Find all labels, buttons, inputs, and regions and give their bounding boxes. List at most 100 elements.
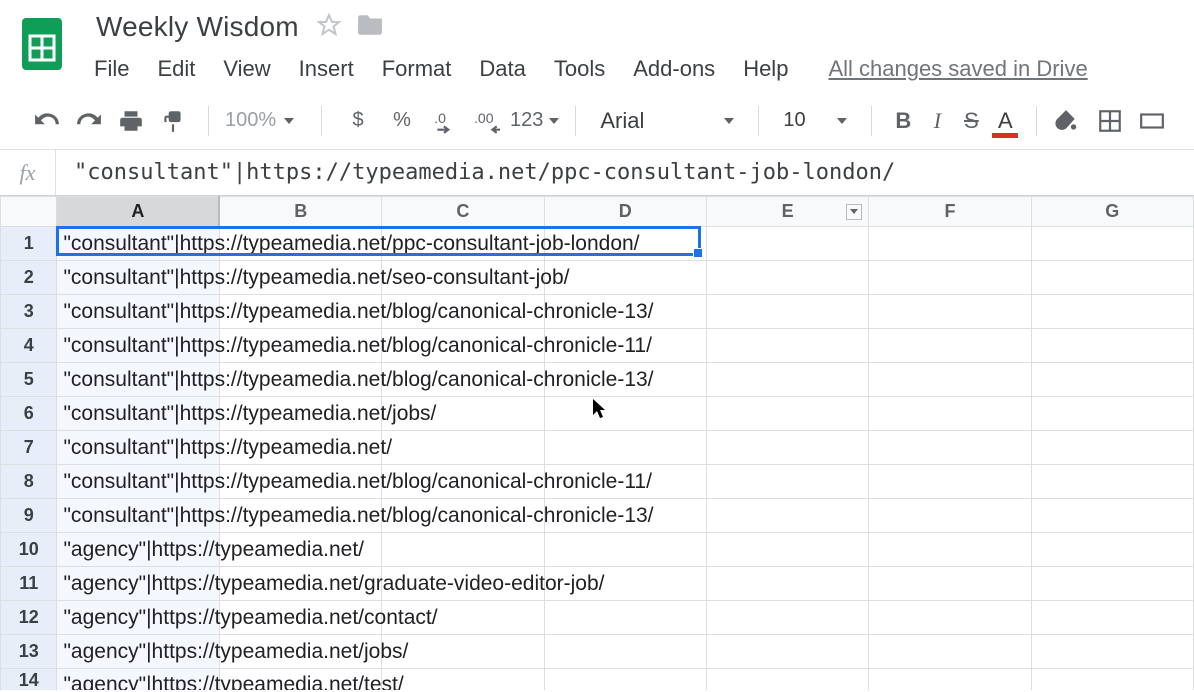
cell-G4[interactable] <box>1031 329 1193 363</box>
row-header-12[interactable]: 12 <box>1 601 57 635</box>
cell-G14[interactable] <box>1031 669 1193 691</box>
more-formats-select[interactable]: 123 <box>510 109 559 132</box>
cell-E10[interactable] <box>706 533 868 567</box>
cell-F4[interactable] <box>869 329 1031 363</box>
redo-button[interactable] <box>70 102 108 140</box>
column-header-C[interactable]: C <box>382 197 544 227</box>
cell-G5[interactable] <box>1031 363 1193 397</box>
menu-file[interactable]: File <box>94 56 129 82</box>
select-all-corner[interactable] <box>1 197 57 227</box>
row-header-1[interactable]: 1 <box>1 227 57 261</box>
column-header-E[interactable]: E <box>706 197 868 227</box>
cell-A11[interactable]: "agency"|https://typeamedia.net/graduate… <box>57 567 219 601</box>
spreadsheet-grid[interactable]: ABCDEFG1"consultant"|https://typeamedia.… <box>0 196 1194 690</box>
cell-D13[interactable] <box>544 635 706 669</box>
cell-F1[interactable] <box>869 227 1031 261</box>
strikethrough-button[interactable]: S <box>956 108 986 134</box>
cell-E2[interactable] <box>706 261 868 295</box>
font-family-select[interactable]: Arial <box>592 108 742 134</box>
cell-A3[interactable]: "consultant"|https://typeamedia.net/blog… <box>57 295 219 329</box>
decrease-decimal-button[interactable]: .0 <box>426 102 464 140</box>
cell-F13[interactable] <box>869 635 1031 669</box>
row-header-13[interactable]: 13 <box>1 635 57 669</box>
cell-E1[interactable] <box>706 227 868 261</box>
document-title[interactable]: Weekly Wisdom <box>94 11 301 43</box>
menu-help[interactable]: Help <box>743 56 788 82</box>
menu-addons[interactable]: Add-ons <box>633 56 715 82</box>
menu-tools[interactable]: Tools <box>554 56 605 82</box>
cell-E3[interactable] <box>706 295 868 329</box>
cell-F3[interactable] <box>869 295 1031 329</box>
menu-insert[interactable]: Insert <box>299 56 354 82</box>
save-status[interactable]: All changes saved in Drive <box>828 56 1087 82</box>
cell-A12[interactable]: "agency"|https://typeamedia.net/contact/ <box>57 601 219 635</box>
cell-F10[interactable] <box>869 533 1031 567</box>
cell-A13[interactable]: "agency"|https://typeamedia.net/jobs/ <box>57 635 219 669</box>
italic-button[interactable]: I <box>922 108 952 134</box>
star-icon[interactable] <box>317 13 341 42</box>
cell-D7[interactable] <box>544 431 706 465</box>
cell-A7[interactable]: "consultant"|https://typeamedia.net/ <box>57 431 219 465</box>
row-header-4[interactable]: 4 <box>1 329 57 363</box>
row-header-5[interactable]: 5 <box>1 363 57 397</box>
cell-E8[interactable] <box>706 465 868 499</box>
cell-D10[interactable] <box>544 533 706 567</box>
sheets-logo-icon[interactable] <box>18 14 66 74</box>
cell-F9[interactable] <box>869 499 1031 533</box>
cell-E11[interactable] <box>706 567 868 601</box>
merge-cells-button[interactable] <box>1133 102 1171 140</box>
cell-G11[interactable] <box>1031 567 1193 601</box>
fill-color-button[interactable] <box>1053 108 1087 134</box>
cell-F11[interactable] <box>869 567 1031 601</box>
menu-view[interactable]: View <box>223 56 270 82</box>
cell-C7[interactable] <box>382 431 544 465</box>
cell-A4[interactable]: "consultant"|https://typeamedia.net/blog… <box>57 329 219 363</box>
cell-F2[interactable] <box>869 261 1031 295</box>
cell-A8[interactable]: "consultant"|https://typeamedia.net/blog… <box>57 465 219 499</box>
cell-E5[interactable] <box>706 363 868 397</box>
row-header-6[interactable]: 6 <box>1 397 57 431</box>
column-header-A[interactable]: A <box>57 197 219 227</box>
cell-E9[interactable] <box>706 499 868 533</box>
column-header-D[interactable]: D <box>544 197 706 227</box>
cell-G6[interactable] <box>1031 397 1193 431</box>
row-header-8[interactable]: 8 <box>1 465 57 499</box>
cell-F14[interactable] <box>869 669 1031 691</box>
cell-E7[interactable] <box>706 431 868 465</box>
print-button[interactable] <box>112 102 150 140</box>
column-header-G[interactable]: G <box>1031 197 1193 227</box>
cell-E12[interactable] <box>706 601 868 635</box>
cell-A10[interactable]: "agency"|https://typeamedia.net/ <box>57 533 219 567</box>
cell-D12[interactable] <box>544 601 706 635</box>
cell-G10[interactable] <box>1031 533 1193 567</box>
cell-A6[interactable]: "consultant"|https://typeamedia.net/jobs… <box>57 397 219 431</box>
cell-E6[interactable] <box>706 397 868 431</box>
cell-A1[interactable]: "consultant"|https://typeamedia.net/ppc-… <box>57 227 219 261</box>
paint-format-button[interactable] <box>154 102 192 140</box>
move-folder-icon[interactable] <box>357 13 383 42</box>
borders-button[interactable] <box>1091 102 1129 140</box>
cell-C10[interactable] <box>382 533 544 567</box>
cell-G3[interactable] <box>1031 295 1193 329</box>
cell-G2[interactable] <box>1031 261 1193 295</box>
cell-G12[interactable] <box>1031 601 1193 635</box>
cell-A14[interactable]: "agency"|https://typeamedia.net/test/ <box>57 669 219 691</box>
cell-F12[interactable] <box>869 601 1031 635</box>
cell-C14[interactable] <box>382 669 544 691</box>
cell-G9[interactable] <box>1031 499 1193 533</box>
formula-input[interactable] <box>56 150 1194 195</box>
bold-button[interactable]: B <box>888 108 918 134</box>
row-header-3[interactable]: 3 <box>1 295 57 329</box>
cell-E13[interactable] <box>706 635 868 669</box>
cell-G8[interactable] <box>1031 465 1193 499</box>
cell-D14[interactable] <box>544 669 706 691</box>
cell-E4[interactable] <box>706 329 868 363</box>
increase-decimal-button[interactable]: .00 <box>468 102 506 140</box>
filter-indicator-icon[interactable] <box>846 204 862 220</box>
undo-button[interactable] <box>28 102 66 140</box>
cell-A9[interactable]: "consultant"|https://typeamedia.net/blog… <box>57 499 219 533</box>
cell-F6[interactable] <box>869 397 1031 431</box>
cell-A2[interactable]: "consultant"|https://typeamedia.net/seo-… <box>57 261 219 295</box>
cell-A5[interactable]: "consultant"|https://typeamedia.net/blog… <box>57 363 219 397</box>
cell-G1[interactable] <box>1031 227 1193 261</box>
